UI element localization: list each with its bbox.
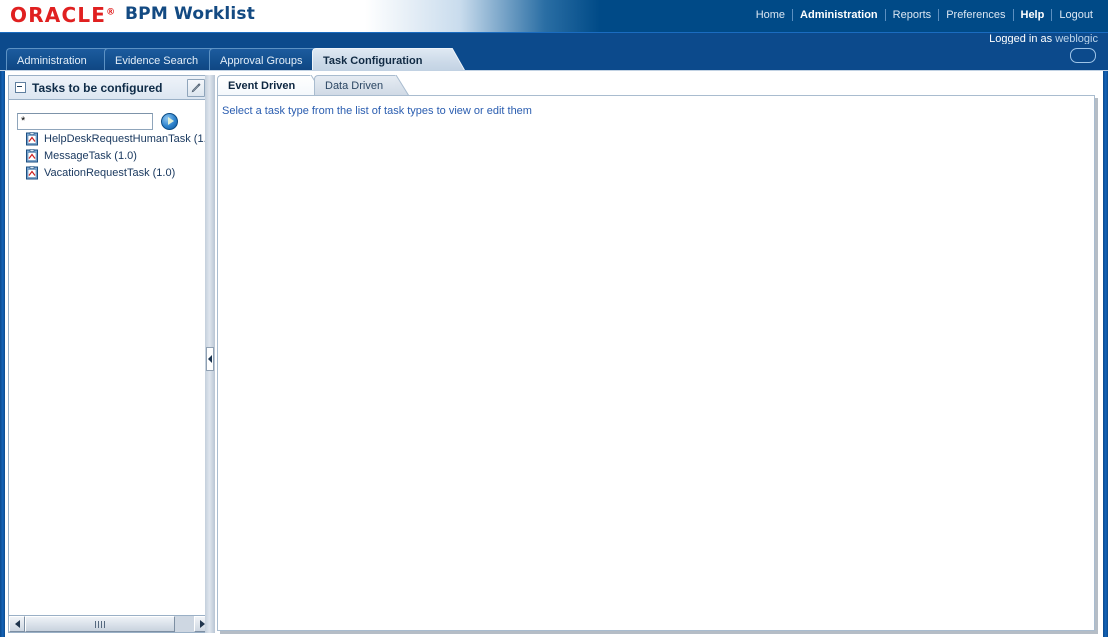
tab-label: Approval Groups [220,55,303,67]
tasks-to-be-configured-panel: Tasks to be configured HelpDeskRequestHu… [8,75,211,633]
scroll-thumb-grip-icon [95,621,96,628]
pencil-icon-glyph [190,82,202,94]
go-arrow-icon[interactable] [161,113,178,130]
scroll-right-arrow-glyph [200,620,205,628]
nav-link-logout[interactable]: Logout [1052,8,1100,22]
content-tab-event-driven[interactable]: Event Driven [217,75,311,96]
scroll-thumb-grip-icon [101,621,102,628]
scroll-thumb-grip-icon [104,621,105,628]
collapse-left-arrow-icon[interactable] [206,347,214,371]
panel-splitter[interactable] [205,75,215,633]
scrollbar-track[interactable] [25,616,194,632]
tab-task-configuration[interactable]: Task Configuration [312,48,451,71]
scroll-left-arrow-glyph [15,620,20,628]
brand-header: ORACLE® BPM Worklist HomeAdministrationR… [0,0,1108,32]
tab-slant-edge [450,48,465,71]
main-tab-strip: Administration Evidence Search Approval Gr… [0,44,1108,71]
scrollbar-thumb[interactable] [25,616,175,632]
list-item-label: HelpDeskRequestHumanTask (1.0) [44,133,210,145]
nav-link-administration[interactable]: Administration [793,8,885,22]
tab-label: Task Configuration [323,55,422,67]
scroll-thumb-grip-icon [98,621,99,628]
task-type-icon [25,166,39,180]
scroll-left-arrow-icon[interactable] [9,616,25,632]
list-item[interactable]: MessageTask (1.0) [9,147,210,164]
page-body: Tasks to be configured HelpDeskRequestHu… [0,71,1108,637]
tab-label: Administration [17,55,87,67]
content-tab-strip: Event Driven Data Driven [217,75,1097,96]
tab-approval-groups[interactable]: Approval Groups [209,48,329,71]
left-blue-rail [0,71,5,637]
list-item[interactable]: VacationRequestTask (1.0) [9,164,210,181]
task-type-icon [25,149,39,163]
content-tab-label: Event Driven [228,80,295,92]
pencil-icon[interactable] [187,79,205,97]
left-panel-horizontal-scrollbar[interactable] [9,615,210,632]
go-arrow-glyph [168,117,174,125]
oracle-logo-trademark: ® [106,7,115,17]
oracle-logo: ORACLE® [10,3,115,27]
task-type-icon [25,132,39,146]
task-type-list: HelpDeskRequestHumanTask (1.0) MessageTas… [9,130,210,606]
right-blue-rail [1103,71,1108,637]
oracle-logo-text: ORACLE [10,3,106,27]
header-toggle-pill[interactable] [1070,48,1096,63]
product-title: BPM Worklist [125,4,255,24]
tab-evidence-search[interactable]: Evidence Search [104,48,226,71]
tab-label: Evidence Search [115,55,198,67]
left-panel-title: Tasks to be configured [32,81,162,95]
content-tab-data-driven[interactable]: Data Driven [314,75,396,96]
global-navigation: HomeAdministrationReportsPreferencesHelp… [749,8,1100,22]
content-area: Event Driven Data Driven Select a task ty… [217,75,1097,633]
content-panel: Select a task type from the list of task… [217,95,1095,631]
left-panel-header: Tasks to be configured [9,76,210,100]
nav-link-reports[interactable]: Reports [886,8,939,22]
nav-link-preferences[interactable]: Preferences [939,8,1012,22]
list-item-label: MessageTask (1.0) [44,150,137,162]
content-tab-label: Data Driven [325,80,383,92]
content-tab-slant-edge [395,75,409,96]
minus-box-icon[interactable] [15,82,26,93]
nav-link-help[interactable]: Help [1014,8,1052,22]
list-item-label: VacationRequestTask (1.0) [44,167,175,179]
list-item[interactable]: HelpDeskRequestHumanTask (1.0) [9,130,210,147]
content-instruction-message: Select a task type from the list of task… [218,96,1094,117]
search-input[interactable] [17,113,153,130]
nav-link-home[interactable]: Home [749,8,792,22]
collapse-left-arrow-glyph [208,355,212,363]
